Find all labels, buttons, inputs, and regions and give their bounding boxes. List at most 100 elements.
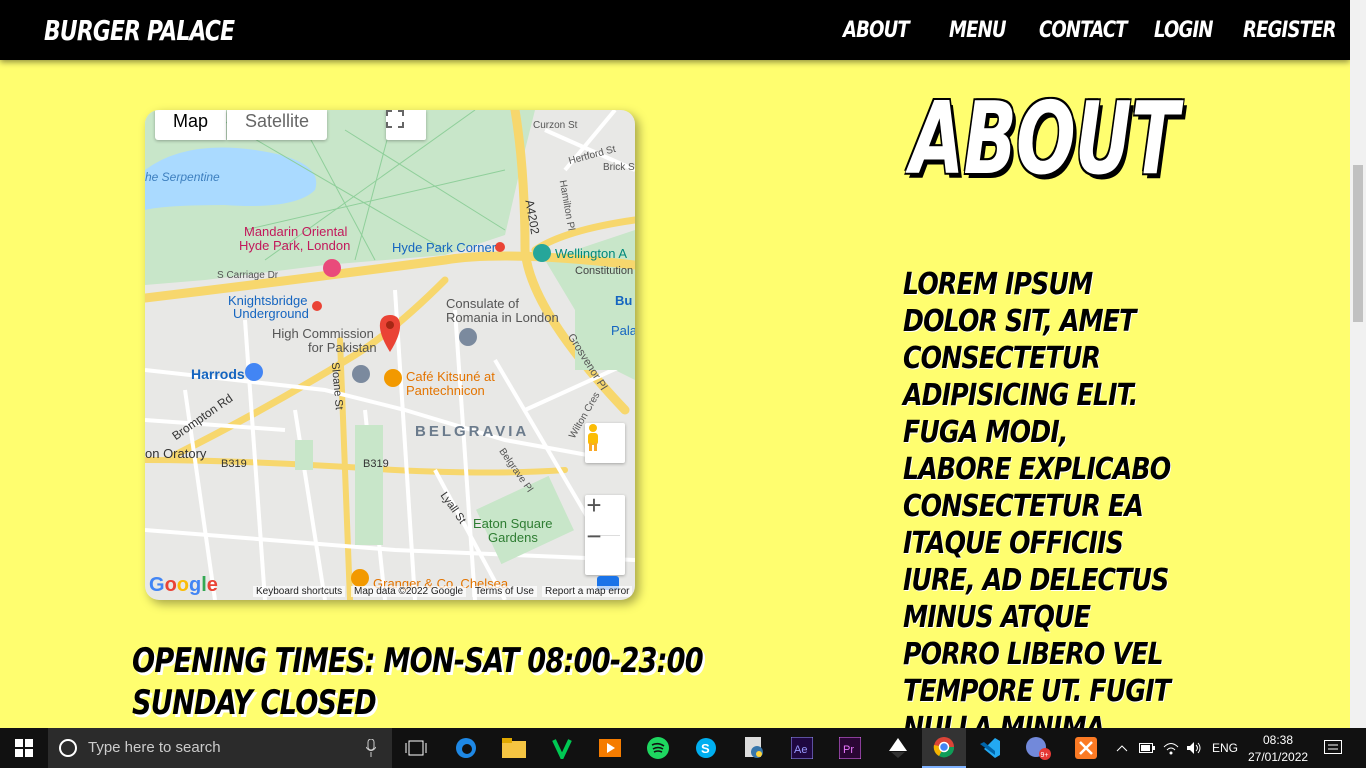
scrollbar-thumb[interactable]	[1353, 165, 1363, 322]
opening-times: Opening Times: Mon-Sat 08:00-23:00 Sunda…	[132, 640, 704, 724]
map-label: Curzon St	[533, 120, 578, 131]
map-label: Eaton Square	[473, 516, 553, 531]
nav-login[interactable]: Login	[1154, 18, 1214, 43]
map-label: Mandarin Oriental	[244, 224, 348, 239]
map-label: B319	[363, 458, 389, 470]
discord-app[interactable]: 9+	[1022, 728, 1054, 768]
brand-logo[interactable]: Burger Palace	[44, 14, 235, 47]
video-app[interactable]	[594, 728, 626, 768]
map-label: Hyde Park Corner	[392, 240, 497, 255]
clock-time[interactable]: 08:38	[1263, 733, 1293, 747]
map-label: Gardens	[488, 530, 538, 545]
opening-times-weekdays: Opening Times: Mon-Sat 08:00-23:00	[132, 641, 704, 681]
python-file-icon	[745, 737, 763, 758]
about-heading: About	[910, 80, 1179, 197]
edge-app[interactable]	[450, 728, 482, 768]
map-label: BELGRAVIA	[415, 423, 530, 440]
map-label: B319	[221, 458, 247, 470]
wifi-icon	[1163, 743, 1179, 755]
map-label: Harrods	[191, 366, 245, 382]
network-button[interactable]	[1162, 728, 1180, 768]
vscode-app[interactable]	[974, 728, 1006, 768]
map-label: Hyde Park, London	[239, 238, 351, 253]
discord-icon: 9+	[1026, 737, 1051, 760]
show-hidden-icons-button[interactable]	[1114, 728, 1130, 768]
inkscape-app[interactable]	[882, 728, 914, 768]
page-scrollbar[interactable]	[1350, 0, 1366, 728]
speaker-icon	[1187, 742, 1201, 754]
skype-app[interactable]: S	[690, 728, 722, 768]
map-label: for Pakistan	[308, 340, 377, 355]
zoom-control: + −	[582, 492, 625, 575]
chrome-icon	[933, 737, 955, 758]
chrome-app[interactable]	[922, 728, 966, 768]
terms-link[interactable]: Terms of Use	[472, 586, 537, 597]
nav-contact[interactable]: Contact	[1039, 18, 1128, 43]
taskbar-search-box[interactable]: Type here to search	[48, 728, 392, 768]
report-error-link[interactable]: Report a map error	[542, 586, 633, 597]
task-view-button[interactable]	[400, 728, 432, 768]
file-explorer-app[interactable]	[498, 728, 530, 768]
svg-text:S: S	[701, 741, 710, 756]
volume-button[interactable]	[1185, 728, 1203, 768]
zoom-in-button[interactable]: +	[582, 492, 606, 518]
svg-text:Pr: Pr	[843, 744, 854, 756]
keyboard-shortcuts-link[interactable]: Keyboard shortcuts	[253, 586, 346, 597]
map-label: Pala	[611, 323, 635, 338]
map-label: S Carriage Dr	[217, 270, 279, 281]
premiere-icon: Pr	[839, 737, 861, 759]
task-view-icon	[405, 740, 427, 756]
notifications-icon	[1324, 740, 1342, 754]
pegman-icon	[588, 424, 598, 451]
edge-icon	[456, 738, 476, 758]
after-effects-icon: Ae	[791, 737, 813, 759]
after-effects-app[interactable]: Ae	[786, 728, 818, 768]
notification-badge: 9+	[1041, 752, 1049, 759]
map-data-credit: Map data ©2022 Google	[351, 586, 467, 597]
nav-about[interactable]: About	[843, 18, 910, 43]
map-label: Brick St	[603, 162, 635, 173]
spotify-app[interactable]	[642, 728, 674, 768]
street-view-button[interactable]	[585, 423, 625, 463]
zoom-out-button[interactable]: −	[582, 523, 606, 549]
map-label: on Oratory	[145, 446, 207, 461]
map-label: he Serpentine	[145, 170, 220, 184]
vine-icon	[552, 739, 572, 759]
skype-icon: S	[696, 738, 716, 758]
about-text: Lorem ipsum dolor sit, amet consectetur …	[903, 267, 1171, 768]
map-label: Bu	[615, 293, 633, 308]
map-type-map-tab[interactable]: Map	[155, 110, 227, 140]
battery-button[interactable]	[1138, 728, 1156, 768]
svg-text:Ae: Ae	[794, 744, 807, 756]
fullscreen-button[interactable]	[386, 110, 426, 140]
google-map[interactable]: he Serpentine Curzon St Hertford St Bric…	[145, 110, 635, 600]
start-button[interactable]	[0, 728, 48, 768]
folder-icon	[502, 738, 526, 758]
clock-date[interactable]: 27/01/2022	[1248, 750, 1308, 764]
microphone-icon[interactable]	[366, 739, 376, 757]
map-label: Romania in London	[446, 310, 559, 325]
vine-app[interactable]	[546, 728, 578, 768]
map-label: Wellington A	[555, 246, 628, 261]
google-logo: Google	[149, 574, 218, 596]
nav-register[interactable]: Register	[1243, 18, 1337, 43]
windows-taskbar: Type here to search S Ae Pr 9+ ENG 08:38…	[0, 728, 1366, 768]
video-player-icon	[599, 739, 621, 757]
cortana-icon	[59, 739, 77, 757]
vscode-icon	[980, 738, 1000, 758]
xampp-app[interactable]	[1070, 728, 1102, 768]
premiere-app[interactable]: Pr	[834, 728, 866, 768]
action-center-button[interactable]	[1318, 728, 1348, 768]
spotify-icon	[647, 737, 669, 759]
python-app[interactable]	[738, 728, 770, 768]
map-type-satellite-tab[interactable]: Satellite	[227, 110, 328, 140]
map-label: Consulate of	[446, 296, 519, 311]
battery-icon	[1139, 743, 1155, 753]
windows-logo-icon	[15, 739, 33, 757]
map-label: Café Kitsuné at	[406, 369, 495, 384]
top-navbar: Burger Palace About Menu Contact Login R…	[0, 0, 1350, 60]
map-label: Constitution	[575, 265, 634, 277]
language-indicator[interactable]: ENG	[1212, 741, 1238, 755]
map-label: Pantechnicon	[406, 383, 485, 398]
nav-menu[interactable]: Menu	[949, 18, 1007, 43]
